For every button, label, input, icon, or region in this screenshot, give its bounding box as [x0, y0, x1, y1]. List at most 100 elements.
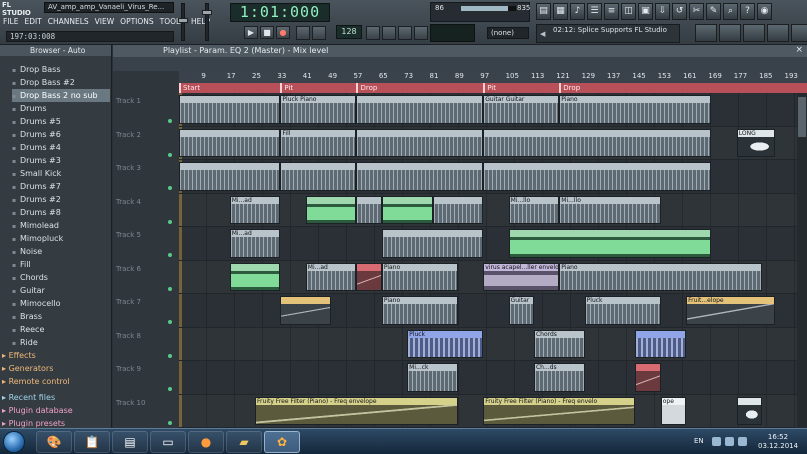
undo-icon[interactable]: ↺	[672, 3, 687, 20]
plugin-picker-icon[interactable]: ◫	[621, 3, 636, 20]
playlist-clip[interactable]	[179, 128, 281, 157]
playlist-grid[interactable]: Pluck Piano Guitar Guitar Piano Fill LONG Mi.…	[179, 93, 797, 428]
menu-options[interactable]: OPTIONS	[117, 15, 157, 29]
track-name[interactable]: Track 8	[116, 332, 176, 340]
playlist-clip[interactable]: Piano	[381, 262, 458, 291]
playlist-clip[interactable]: virus acapel...ller envelope	[483, 262, 560, 291]
browser-item[interactable]: ▪ Drums	[12, 102, 110, 115]
playlist-clip[interactable]	[381, 195, 433, 224]
countdown-icon[interactable]	[398, 26, 412, 40]
track-mute-led[interactable]	[168, 353, 172, 358]
track-mute-led[interactable]	[168, 320, 172, 324]
master-pitch-slider[interactable]	[202, 3, 212, 41]
playlist-icon[interactable]: ▤	[536, 3, 551, 20]
menu-view[interactable]: VIEW	[92, 15, 118, 29]
browser-item[interactable]: ▪ Drums #4	[12, 141, 110, 154]
taskbar-app-explorer[interactable]: ▭	[150, 431, 186, 453]
track-name[interactable]: Track 5	[116, 231, 176, 239]
playlist-titlebar[interactable]: Playlist - Param. EQ 2 (Master) - Mix le…	[113, 45, 807, 57]
snap-selector[interactable]: (none)	[487, 27, 529, 39]
volume-icon[interactable]	[738, 437, 747, 446]
close-icon[interactable]: ×	[795, 45, 803, 55]
playlist-clip[interactable]	[736, 396, 763, 425]
playlist-clip[interactable]	[356, 262, 382, 291]
taskbar-app-firefox[interactable]: ●	[188, 431, 224, 453]
track-name[interactable]: Track 3	[116, 164, 176, 172]
wait-input-icon[interactable]	[382, 26, 396, 40]
slider-knob[interactable]	[202, 10, 212, 15]
playlist-clip[interactable]	[432, 195, 484, 224]
track-name[interactable]: Track 10	[116, 399, 176, 407]
tray-arrow-icon[interactable]	[712, 437, 721, 446]
song-marker[interactable]: Drop	[356, 83, 377, 93]
song-marker[interactable]: Start	[179, 83, 200, 93]
playlist-clip[interactable]: Piano	[559, 262, 763, 291]
menu-edit[interactable]: EDIT	[21, 15, 44, 29]
track-name[interactable]: Track 9	[116, 365, 176, 373]
browser-item[interactable]: ▪ Noise	[12, 245, 110, 258]
playlist-clip[interactable]	[280, 296, 332, 325]
playlist-clip[interactable]: Piano	[559, 95, 712, 124]
network-icon[interactable]	[725, 437, 734, 446]
track-name[interactable]: Track 4	[116, 198, 176, 206]
pattern-mode-icon[interactable]	[296, 26, 310, 40]
browser-item[interactable]: ▪ Drums #2	[12, 193, 110, 206]
playlist-clip[interactable]: Mi...llo	[508, 195, 560, 224]
playlist-clip[interactable]: Fill	[280, 128, 357, 157]
help-icon[interactable]: ?	[740, 3, 755, 20]
playlist-clip[interactable]: LONG	[736, 128, 775, 157]
browser-item[interactable]: ▪ Small Kick	[12, 167, 110, 180]
playlist-clip[interactable]	[356, 128, 484, 157]
slider-knob[interactable]	[178, 18, 188, 23]
cloud-button[interactable]	[743, 24, 765, 42]
browser-item[interactable]: ▪ Chords	[12, 271, 110, 284]
record-button[interactable]: ●	[276, 26, 290, 39]
playlist-clip[interactable]: Pluck	[584, 296, 661, 325]
browser-item[interactable]: ▪ Ride	[12, 336, 110, 349]
browser-folder[interactable]: ▸ Plugin presets	[2, 417, 110, 428]
playlist-clip[interactable]: Fruity Free Filter (Piano) - Freq envelo	[483, 396, 636, 425]
playlist-clip[interactable]	[356, 95, 484, 124]
browser-item[interactable]: ▪ Reece	[12, 323, 110, 336]
playlist-clip[interactable]: Mi...ad	[305, 262, 357, 291]
playlist-clip[interactable]: Piano	[381, 296, 458, 325]
cut-icon[interactable]: ✂	[689, 3, 704, 20]
step-sequencer-icon[interactable]: ▦	[553, 3, 568, 20]
track-mute-led[interactable]	[168, 152, 172, 157]
playlist-clip[interactable]	[179, 162, 281, 191]
playlist-clip[interactable]: Guitar	[508, 296, 534, 325]
playlist-clip[interactable]: Mi...ck	[407, 363, 458, 392]
metronome-icon[interactable]	[366, 26, 380, 40]
browser-icon[interactable]: ☰	[587, 3, 602, 20]
browser-item[interactable]: ▪ Brass	[12, 310, 110, 323]
playlist-clip[interactable]	[229, 262, 281, 291]
browser-item[interactable]: ▪ Drop Bass	[12, 63, 110, 76]
browser-header[interactable]: Browser - Auto	[0, 45, 111, 56]
track-mute-led[interactable]	[168, 420, 172, 425]
playlist-clip[interactable]: Ch...ds	[533, 363, 585, 392]
track-lane[interactable]	[179, 328, 797, 361]
browser-folder[interactable]: ▸ Plugin database	[2, 404, 110, 417]
playlist-clip[interactable]	[635, 363, 661, 392]
news-ticker[interactable]: ◀ 02:12: Splice Supports FL Studio	[536, 24, 680, 43]
playlist-clip[interactable]: Mi...llo	[559, 195, 661, 224]
song-marker[interactable]: Pit	[483, 83, 496, 93]
piano-roll-icon[interactable]: ♪	[570, 3, 585, 20]
menu-channels[interactable]: CHANNELS	[45, 15, 92, 29]
view-toggle-button[interactable]	[695, 24, 717, 42]
playlist-clip[interactable]: ope	[660, 396, 687, 425]
track-mute-led[interactable]	[168, 219, 172, 224]
track-mute-led[interactable]	[168, 387, 172, 391]
start-button[interactable]	[3, 431, 25, 453]
taskbar-app-folder[interactable]: ▰	[226, 431, 262, 453]
song-marker[interactable]: Pit	[280, 83, 293, 93]
song-marker[interactable]: Drop	[559, 83, 580, 93]
export-icon[interactable]: ⇩	[655, 3, 670, 20]
browser-item[interactable]: ▪ Mimocello	[12, 297, 110, 310]
browser-item[interactable]: ▪ Mimolead	[12, 219, 110, 232]
browser-item[interactable]: ▪ Drums #5	[12, 115, 110, 128]
playlist-clip[interactable]: Pluck	[407, 329, 484, 358]
search-icon[interactable]: ⌕	[723, 3, 738, 20]
track-name[interactable]: Track 7	[116, 298, 176, 306]
playlist-clip[interactable]	[305, 195, 357, 224]
